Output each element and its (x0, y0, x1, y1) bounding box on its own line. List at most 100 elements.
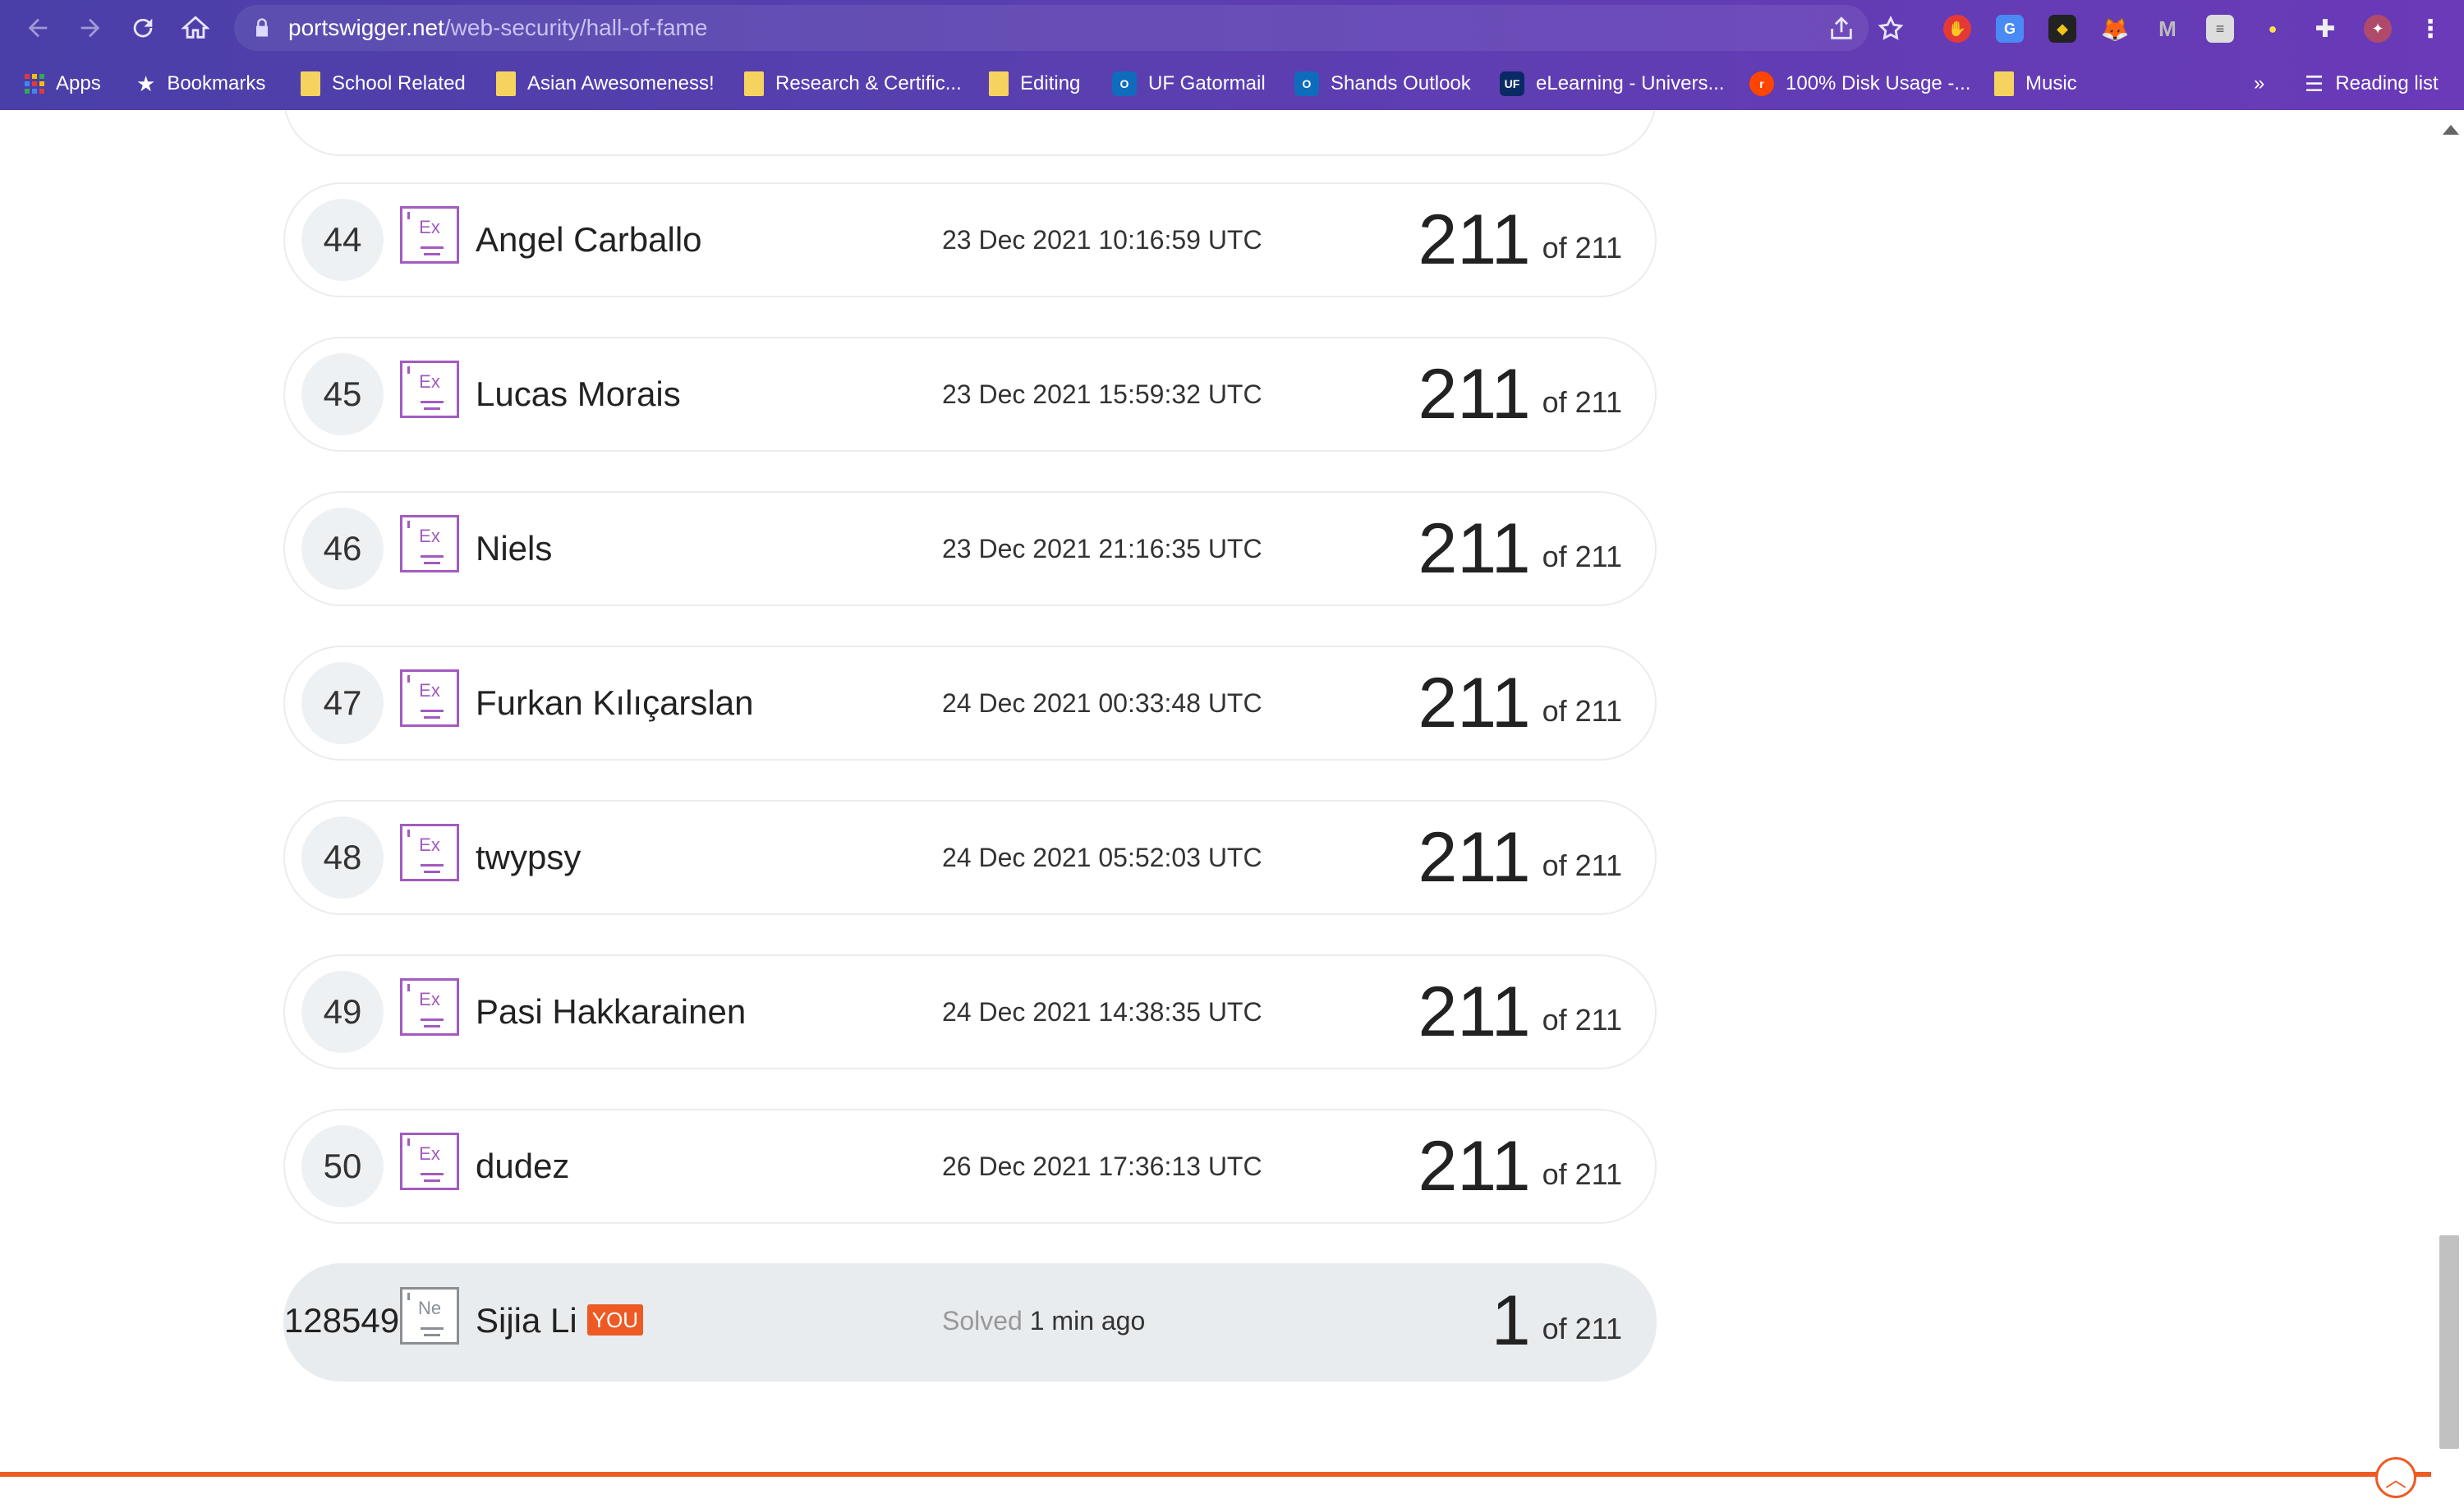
home-button[interactable] (176, 8, 215, 48)
completion-date: 23 Dec 2021 15:59:32 UTC (942, 379, 1262, 409)
leaderboard-row: 45 Ex Lucas Morais 23 Dec 2021 15:59:32 … (283, 337, 1657, 452)
bookmark-star-icon[interactable] (1877, 15, 1905, 43)
bookmark-school-related[interactable]: School Related (301, 62, 466, 105)
rank-number: 128549 (283, 1301, 400, 1340)
scroll-to-top-button[interactable]: ︿ (2375, 1457, 2416, 1498)
completion-date: 24 Dec 2021 14:38:35 UTC (942, 997, 1262, 1027)
score: 211 of 211 (1418, 1127, 1622, 1206)
bookmark-apps[interactable]: Apps (25, 62, 101, 105)
rank-number: 45 (301, 353, 384, 435)
browser-toolbar: portswigger.net/web-security/hall-of-fam… (0, 0, 2464, 56)
metamask-extension-icon[interactable]: 🦊 (2101, 15, 2130, 43)
newbie-badge-icon: Ne (400, 1287, 459, 1345)
bookmark-editing[interactable]: Editing (989, 62, 1080, 105)
expert-badge-icon: Ex (400, 824, 459, 881)
browser-chrome: portswigger.net/web-security/hall-of-fam… (0, 0, 2464, 110)
back-button[interactable] (18, 8, 57, 48)
completion-date: 24 Dec 2021 00:33:48 UTC (942, 688, 1262, 718)
translate-extension-icon[interactable]: G (1996, 15, 2024, 43)
kebab-menu-icon[interactable]: ⋮ (2416, 15, 2444, 43)
outlook-icon: O (1294, 71, 1319, 96)
bell-extension-icon[interactable]: ● (2259, 15, 2287, 43)
rank-number: 49 (301, 971, 384, 1053)
scrollbar-thumb[interactable] (2439, 1235, 2459, 1449)
bookmark-music[interactable]: Music (1994, 62, 2077, 105)
user-name: dudez (476, 1147, 570, 1185)
expert-badge-icon: Ex (400, 1133, 459, 1190)
chevron-up-icon: ︿ (2384, 1466, 2407, 1492)
expert-badge-icon: Ex (400, 361, 459, 418)
completion-date: 26 Dec 2021 17:36:13 UTC (942, 1152, 1262, 1181)
uf-icon: UF (1500, 71, 1524, 96)
score: 211 of 211 (1418, 355, 1622, 434)
puzzle-extensions-icon[interactable]: ✚ (2311, 15, 2339, 43)
bookmark-bookmarks[interactable]: ★ Bookmarks (136, 62, 265, 105)
reading-list-button[interactable]: ☰ Reading list (2305, 62, 2439, 105)
score: 211 of 211 (1418, 972, 1622, 1051)
current-user-row: 128549 Ne Sijia Li YOU Solved 1 min ago 1… (283, 1263, 1657, 1382)
reload-icon (133, 18, 153, 38)
home-icon (182, 16, 209, 39)
bookmark-elearning[interactable]: UF eLearning - Univers... (1500, 62, 1724, 105)
user-name: twypsy (476, 838, 582, 876)
user-name: Sijia Li YOU (476, 1265, 644, 1377)
star-icon: ★ (136, 71, 156, 96)
profile-avatar[interactable]: ✦ (2364, 15, 2392, 43)
user-name: Pasi Hakkarainen (476, 992, 747, 1031)
leaderboard-row: 49 Ex Pasi Hakkarainen 24 Dec 2021 14:38… (283, 954, 1657, 1069)
user-name: Lucas Morais (476, 375, 681, 413)
expert-badge-icon: Ex (400, 669, 459, 727)
share-icon[interactable] (1827, 15, 1855, 43)
hall-of-fame-page: 44 Ex Angel Carballo 23 Dec 2021 10:16:5… (0, 110, 2464, 1508)
expert-badge-icon: Ex (400, 206, 459, 264)
folder-icon (301, 71, 320, 96)
forward-button[interactable] (71, 8, 110, 48)
reload-button[interactable] (123, 8, 163, 48)
bookmarks-overflow-button[interactable]: » (2254, 62, 2264, 105)
solved-time: Solved 1 min ago (942, 1306, 1146, 1336)
user-name: Angel Carballo (476, 220, 702, 259)
leaderboard-row: 46 Ex Niels 23 Dec 2021 21:16:35 UTC 211… (283, 491, 1657, 606)
you-badge: YOU (586, 1303, 644, 1336)
reading-list-icon: ☰ (2305, 71, 2324, 96)
leaderboard-row-partial (283, 110, 1657, 156)
m-extension-icon[interactable]: M (2154, 15, 2181, 43)
footer-divider (0, 1472, 2431, 1477)
leaderboard-row: 44 Ex Angel Carballo 23 Dec 2021 10:16:5… (283, 182, 1657, 297)
binance-extension-icon[interactable]: ◆ (2048, 15, 2076, 43)
apps-grid-icon (25, 74, 44, 94)
score: 211 of 211 (1418, 509, 1622, 588)
expert-badge-icon: Ex (400, 978, 459, 1036)
bookmark-research[interactable]: Research & Certific... (744, 62, 962, 105)
scroll-up-arrow-icon[interactable] (2443, 125, 2459, 135)
adblock-extension-icon[interactable]: ✋ (1943, 15, 1971, 43)
leaderboard-row: 48 Ex twypsy 24 Dec 2021 05:52:03 UTC 21… (283, 800, 1657, 915)
leaderboard-row: 47 Ex Furkan Kılıçarslan 24 Dec 2021 00:… (283, 646, 1657, 761)
completion-date: 24 Dec 2021 05:52:03 UTC (942, 843, 1262, 872)
rank-number: 44 (301, 199, 384, 281)
rank-number: 48 (301, 816, 384, 899)
user-name: Niels (476, 529, 553, 568)
outlook-icon: O (1112, 71, 1137, 96)
completion-date: 23 Dec 2021 21:16:35 UTC (942, 534, 1262, 563)
score: 211 of 211 (1418, 200, 1622, 279)
arrow-left-icon (28, 18, 48, 38)
bookmark-uf-gatormail[interactable]: O UF Gatormail (1112, 62, 1266, 105)
url-text: portswigger.net/web-security/hall-of-fam… (288, 15, 708, 40)
reddit-icon: r (1749, 71, 1774, 96)
expert-badge-icon: Ex (400, 515, 459, 572)
rank-number: 47 (301, 662, 384, 744)
bookmark-asian-awesomeness[interactable]: Asian Awesomeness! (496, 62, 715, 105)
rank-number: 46 (301, 508, 384, 590)
arrow-right-icon (80, 18, 100, 38)
list-extension-icon[interactable]: ≡ (2206, 15, 2234, 43)
rank-number: 50 (301, 1125, 384, 1207)
address-bar[interactable]: portswigger.net/web-security/hall-of-fam… (234, 5, 1904, 51)
bookmark-shands-outlook[interactable]: O Shands Outlook (1294, 62, 1471, 105)
bookmark-disk-usage[interactable]: r 100% Disk Usage -... (1749, 62, 1970, 105)
scrollbar[interactable] (2436, 110, 2464, 1508)
score: 211 of 211 (1418, 664, 1622, 743)
user-name: Furkan Kılıçarslan (476, 683, 754, 722)
score: 211 of 211 (1418, 818, 1622, 897)
leaderboard-row: 50 Ex dudez 26 Dec 2021 17:36:13 UTC 211… (283, 1109, 1657, 1224)
